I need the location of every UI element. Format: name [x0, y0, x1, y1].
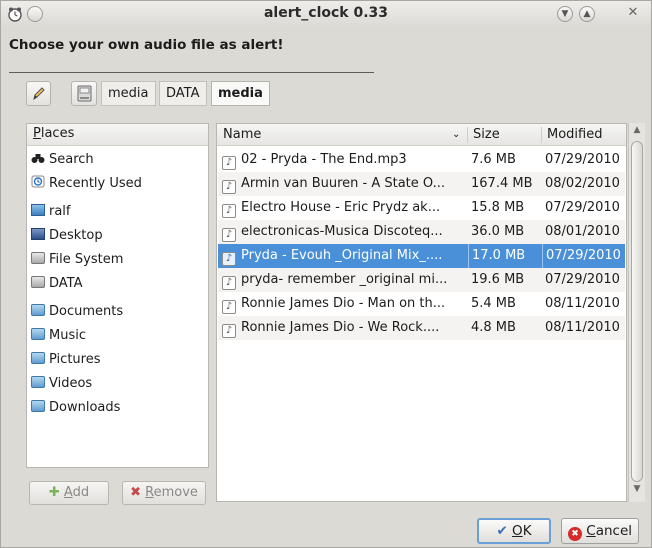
breadcrumb-data[interactable]: DATA — [159, 81, 207, 106]
place-file-system[interactable]: File System — [31, 250, 123, 270]
place-recently-used[interactable]: Recently Used — [31, 174, 142, 194]
minimize-button[interactable]: ▼ — [557, 6, 573, 22]
checkmark-icon: ✔ — [496, 523, 508, 539]
breadcrumb-media[interactable]: media — [101, 81, 156, 106]
remove-place-button[interactable]: ✖ Remove — [122, 481, 206, 505]
close-button[interactable]: ✕ — [625, 6, 641, 22]
file-row[interactable]: ♪ Ronnie James Dio - Man on th... 5.4 MB … — [218, 292, 625, 316]
cancel-icon: ✖ — [567, 527, 582, 541]
audio-file-icon: ♪ — [222, 204, 236, 218]
file-list-scrollbar[interactable]: ▲ ▼ — [628, 123, 645, 502]
folder-icon — [31, 376, 45, 388]
maximize-button[interactable]: ▲ — [579, 6, 595, 22]
place-data[interactable]: DATA — [31, 274, 83, 294]
column-size-header[interactable]: Size — [467, 124, 541, 146]
file-row-selected[interactable]: ♪ Pryda - Evouh _Original Mix_.... 17.0 M… — [218, 244, 625, 268]
sort-chevron-icon: ⌄ — [452, 129, 461, 140]
folder-icon — [31, 352, 45, 364]
folder-icon — [31, 304, 45, 316]
place-ralf[interactable]: ralf — [31, 202, 71, 222]
column-name-header[interactable]: Name ⌄ — [217, 124, 467, 146]
folder-icon — [31, 328, 45, 340]
file-row[interactable]: ♪ pryda- remember _original mi... 19.6 MB… — [218, 268, 625, 292]
drive-icon — [31, 252, 45, 264]
place-pictures[interactable]: Pictures — [31, 350, 100, 370]
audio-file-icon: ♪ — [222, 156, 236, 170]
folder-icon — [31, 400, 45, 412]
pencil-icon — [33, 87, 45, 101]
ok-button[interactable]: ✔ OK — [477, 518, 551, 544]
close-icon: ✕ — [627, 5, 639, 20]
place-documents[interactable]: Documents — [31, 302, 123, 322]
clock-icon — [31, 175, 45, 188]
drive-icon — [31, 276, 45, 288]
root-drive-button[interactable] — [71, 81, 97, 106]
audio-file-icon: ♪ — [222, 276, 236, 290]
file-row[interactable]: ♪ Electro House - Eric Prydz ak... 15.8 M… — [218, 196, 625, 220]
breadcrumb-media-current[interactable]: media — [211, 81, 270, 106]
place-music[interactable]: Music — [31, 326, 86, 346]
add-place-button[interactable]: ✚ Add — [29, 481, 109, 505]
file-row[interactable]: ♪ Ronnie James Dio - We Rock.... 4.8 MB 0… — [218, 316, 625, 340]
drive-icon — [77, 85, 92, 102]
desktop-icon — [31, 228, 45, 240]
file-chooser-window: alert_clock 0.33 ▼ ▲ ✕ Choose your own a… — [0, 0, 652, 548]
window-title: alert_clock 0.33 — [263, 5, 389, 21]
column-modified-header[interactable]: Modified — [541, 124, 626, 146]
place-downloads[interactable]: Downloads — [31, 398, 120, 418]
binoculars-icon — [31, 154, 45, 163]
audio-file-icon: ♪ — [222, 324, 236, 338]
places-sidebar: Places Search Recently Used ralf Desktop… — [26, 123, 209, 468]
scroll-down-icon[interactable]: ▼ — [629, 484, 645, 500]
edit-location-button[interactable] — [26, 81, 51, 106]
dialog-prompt: Choose your own audio file as alert! — [9, 37, 284, 53]
file-list-header: Name ⌄ Size Modified — [217, 124, 626, 146]
audio-file-icon: ♪ — [222, 228, 236, 242]
scroll-up-icon[interactable]: ▲ — [629, 125, 645, 141]
file-row[interactable]: ♪ 02 - Pryda - The End.mp3 7.6 MB 07/29/2… — [218, 148, 625, 172]
file-row[interactable]: ♪ Armin van Buuren - A State O... 167.4 M… — [218, 172, 625, 196]
title-bar[interactable]: alert_clock 0.33 ▼ ▲ ✕ — [1, 1, 651, 27]
file-row[interactable]: ♪ electronicas-Musica Discoteq... 36.0 MB… — [218, 220, 625, 244]
audio-file-icon: ♪ — [222, 180, 236, 194]
file-list: Name ⌄ Size Modified ♪ 02 - Pryda - The E… — [216, 123, 627, 502]
place-desktop[interactable]: Desktop — [31, 226, 103, 246]
remove-icon: ✖ — [130, 485, 141, 500]
audio-file-icon: ♪ — [222, 300, 236, 314]
audio-file-icon: ♪ — [222, 252, 236, 266]
place-search[interactable]: Search — [31, 150, 94, 170]
places-header[interactable]: Places — [27, 124, 208, 146]
place-videos[interactable]: Videos — [31, 374, 92, 394]
home-folder-icon — [31, 204, 45, 216]
chevron-down-icon: ▼ — [561, 9, 569, 19]
divider — [9, 72, 374, 73]
chevron-up-icon: ▲ — [583, 9, 591, 19]
cancel-button[interactable]: ✖ Cancel — [561, 518, 639, 544]
scrollbar-thumb[interactable] — [631, 141, 643, 482]
plus-icon: ✚ — [48, 485, 60, 500]
